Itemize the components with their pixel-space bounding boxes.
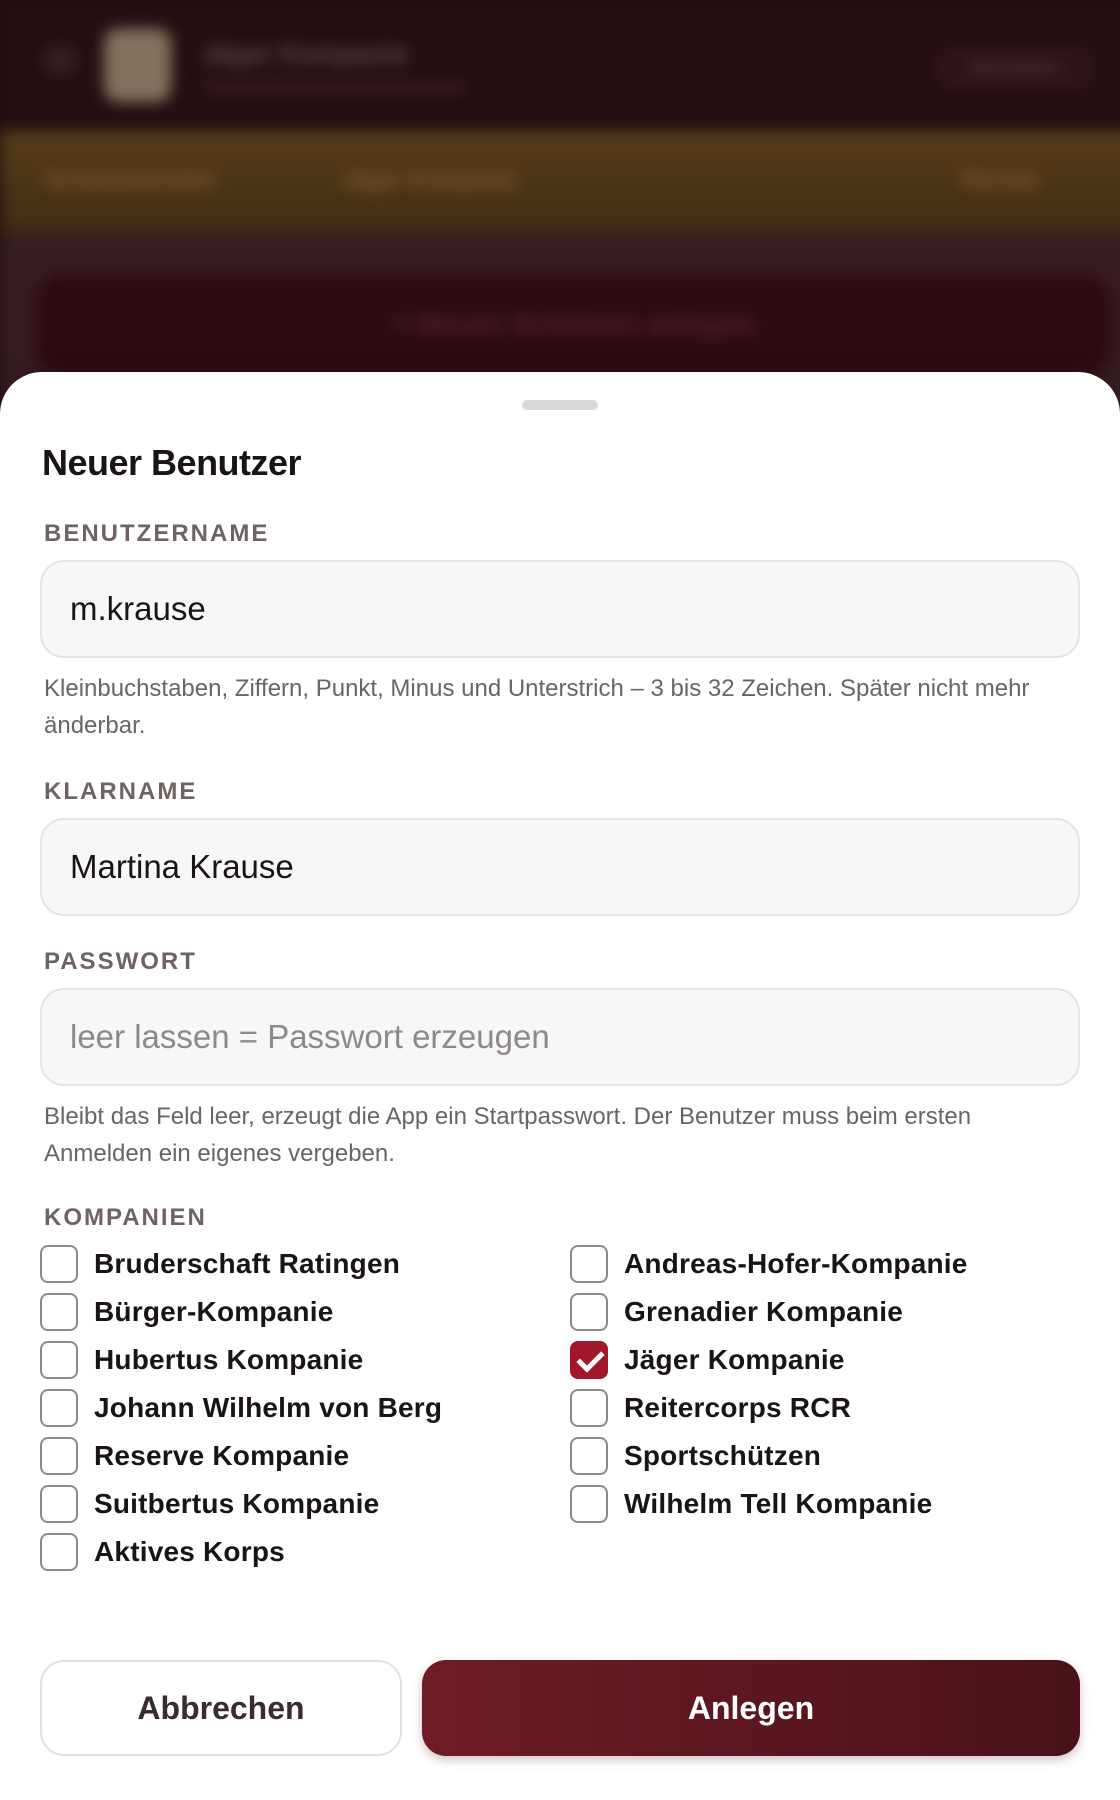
checkbox-checked-icon[interactable] — [570, 1341, 608, 1379]
company-label: Bürger-Kompanie — [94, 1296, 334, 1327]
company-checkbox-row[interactable]: Aktives Korps — [40, 1528, 560, 1576]
sheet-title: Neuer Benutzer — [42, 442, 302, 483]
company-checkbox-row[interactable]: Bruderschaft Ratingen — [40, 1240, 560, 1288]
new-user-sheet: Neuer Benutzer BENUTZERNAME Kleinbuchsta… — [0, 372, 1120, 1800]
username-label: BENUTZERNAME — [44, 520, 270, 547]
sheet-grabber[interactable] — [522, 400, 598, 410]
username-hint: Kleinbuchstaben, Ziffern, Punkt, Minus u… — [44, 675, 1030, 739]
companies-column-right: Andreas-Hofer-Kompanie Grenadier Kompanie… — [570, 1240, 1090, 1528]
company-checkbox-row[interactable]: Reitercorps RCR — [570, 1384, 1090, 1432]
checkbox-unchecked-icon[interactable] — [570, 1293, 608, 1331]
checkbox-unchecked-icon[interactable] — [570, 1245, 608, 1283]
company-checkbox-row[interactable]: Sportschützen — [570, 1432, 1090, 1480]
checkbox-unchecked-icon[interactable] — [40, 1341, 78, 1379]
company-checkbox-row[interactable]: Suitbertus Kompanie — [40, 1480, 560, 1528]
company-checkbox-row[interactable]: Grenadier Kompanie — [570, 1288, 1090, 1336]
checkbox-unchecked-icon[interactable] — [570, 1485, 608, 1523]
company-label: Aktives Korps — [94, 1536, 285, 1567]
checkbox-unchecked-icon[interactable] — [40, 1533, 78, 1571]
checkbox-unchecked-icon[interactable] — [40, 1293, 78, 1331]
company-checkbox-row[interactable]: Bürger-Kompanie — [40, 1288, 560, 1336]
password-hint: Bleibt das Feld leer, erzeugt die App ei… — [44, 1103, 972, 1167]
company-label: Suitbertus Kompanie — [94, 1488, 380, 1519]
company-label: Sportschützen — [624, 1440, 822, 1471]
company-checkbox-row[interactable]: Wilhelm Tell Kompanie — [570, 1480, 1090, 1528]
company-label: Wilhelm Tell Kompanie — [624, 1488, 933, 1519]
password-input[interactable] — [40, 988, 1080, 1086]
checkbox-unchecked-icon[interactable] — [40, 1245, 78, 1283]
checkbox-unchecked-icon[interactable] — [40, 1437, 78, 1475]
company-label: Bruderschaft Ratingen — [94, 1248, 401, 1279]
checkbox-unchecked-icon[interactable] — [40, 1389, 78, 1427]
company-label: Andreas-Hofer-Kompanie — [624, 1248, 968, 1279]
company-checkbox-row[interactable]: Andreas-Hofer-Kompanie — [570, 1240, 1090, 1288]
company-label: Reitercorps RCR — [624, 1392, 852, 1423]
companies-label: KOMPANIEN — [44, 1204, 207, 1231]
password-label: PASSWORT — [44, 948, 197, 975]
company-checkbox-row[interactable]: Hubertus Kompanie — [40, 1336, 560, 1384]
companies-column-left: Bruderschaft Ratingen Bürger-Kompanie Hube… — [40, 1240, 560, 1576]
fullname-input[interactable] — [40, 818, 1080, 916]
company-label: Hubertus Kompanie — [94, 1344, 364, 1375]
company-label: Reserve Kompanie — [94, 1440, 350, 1471]
company-label: Grenadier Kompanie — [624, 1296, 904, 1327]
cancel-button[interactable]: Abbrechen — [40, 1660, 402, 1756]
company-checkbox-row[interactable]: Reserve Kompanie — [40, 1432, 560, 1480]
company-checkbox-row[interactable]: Johann Wilhelm von Berg — [40, 1384, 560, 1432]
create-button[interactable]: Anlegen — [422, 1660, 1080, 1756]
company-checkbox-row[interactable]: Jäger Kompanie — [570, 1336, 1090, 1384]
checkbox-unchecked-icon[interactable] — [570, 1437, 608, 1475]
username-input[interactable] — [40, 560, 1080, 658]
fullname-label: KLARNAME — [44, 778, 198, 805]
company-label: Jäger Kompanie — [624, 1344, 845, 1375]
checkbox-unchecked-icon[interactable] — [40, 1485, 78, 1523]
company-label: Johann Wilhelm von Berg — [94, 1392, 443, 1423]
checkbox-unchecked-icon[interactable] — [570, 1389, 608, 1427]
